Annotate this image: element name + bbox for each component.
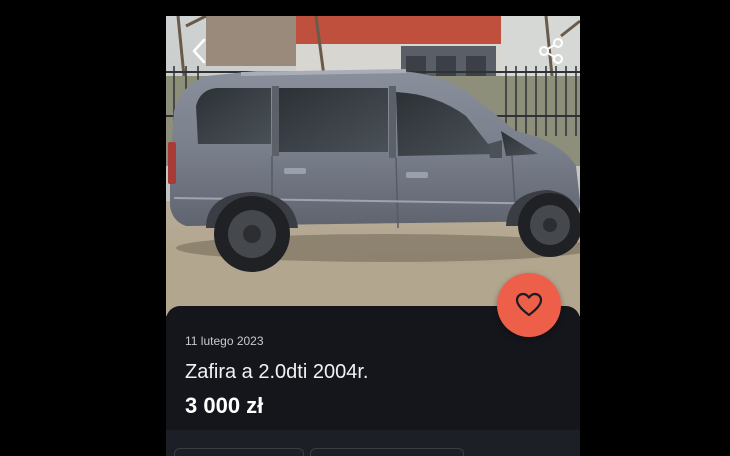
action-chip[interactable] bbox=[310, 448, 464, 456]
listing-photo[interactable] bbox=[166, 16, 580, 316]
share-icon bbox=[539, 38, 563, 64]
back-button[interactable] bbox=[186, 36, 214, 66]
chevron-left-icon bbox=[192, 38, 206, 64]
listing-price: 3 000 zł bbox=[185, 393, 264, 418]
heart-icon bbox=[515, 292, 543, 317]
action-chip[interactable] bbox=[174, 448, 304, 456]
share-button[interactable] bbox=[536, 36, 566, 66]
listing-screen: 11 lutego 2023 Zafira a 2.0dti 2004r. 3 … bbox=[166, 16, 580, 456]
listing-title: Zafira a 2.0dti 2004r. bbox=[185, 361, 369, 383]
listing-date: 11 lutego 2023 bbox=[185, 334, 264, 348]
car-photo-image bbox=[166, 16, 580, 316]
favorite-button[interactable] bbox=[497, 273, 561, 337]
